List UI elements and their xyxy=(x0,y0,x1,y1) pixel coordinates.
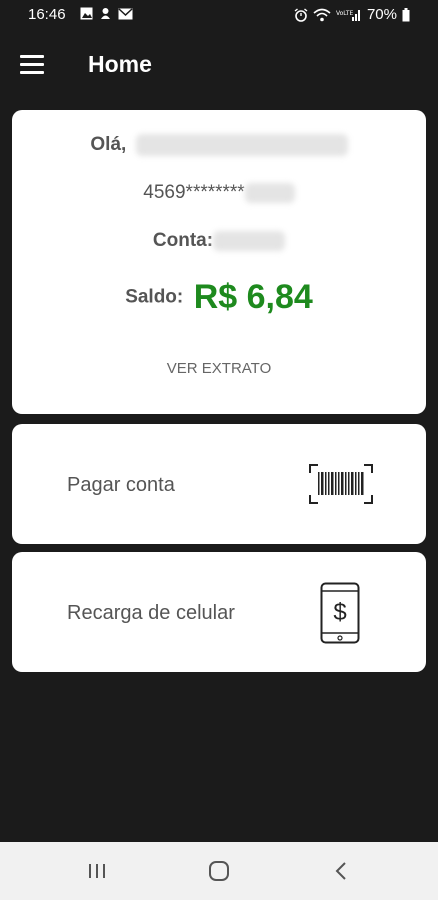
status-right-icons: VoLTE 70% xyxy=(294,6,410,23)
redacted-card-number xyxy=(244,182,295,203)
redacted-account-number xyxy=(213,230,286,251)
card-number-row: 4569******** xyxy=(12,182,426,204)
greeting-row: Olá, xyxy=(12,134,426,156)
signal-icon: VoLTE xyxy=(336,9,360,21)
svg-text:VoLTE: VoLTE xyxy=(336,10,353,17)
phone-topup-button[interactable]: Recarga de celular $ xyxy=(12,552,426,672)
account-label: Conta: xyxy=(152,230,214,251)
back-icon[interactable] xyxy=(326,858,356,884)
status-left-icons xyxy=(80,7,133,20)
card-number-prefix: 4569******** xyxy=(143,182,245,203)
status-bar: 16:46 VoLTE 70% xyxy=(0,0,438,30)
page-title: Home xyxy=(88,51,152,77)
wifi-icon xyxy=(313,8,331,21)
barcode-scan-icon xyxy=(309,464,373,504)
balance-value: R$ 6,84 xyxy=(193,278,313,316)
balance-row: Saldo: R$ 6,84 xyxy=(12,278,426,317)
recent-apps-icon[interactable] xyxy=(82,858,112,884)
pay-bill-button[interactable]: Pagar conta xyxy=(12,424,426,544)
battery-percent: 70% xyxy=(366,6,397,23)
pay-bill-label: Pagar conta xyxy=(67,474,175,496)
account-summary-card: Olá, 4569******** Conta: Saldo: R$ 6,84 … xyxy=(12,110,426,414)
hamburger-menu-icon[interactable] xyxy=(20,50,50,78)
svg-text:$: $ xyxy=(333,599,346,626)
app-bar: Home xyxy=(0,30,438,98)
balance-label: Saldo: xyxy=(125,286,184,308)
image-icon xyxy=(80,7,93,20)
alarm-icon xyxy=(294,7,308,22)
battery-icon xyxy=(402,7,410,21)
redacted-user-name xyxy=(135,134,348,156)
notification-icon xyxy=(101,8,110,19)
greeting-label: Olá, xyxy=(90,134,127,156)
phone-topup-label: Recarga de celular xyxy=(67,602,235,624)
status-time: 16:46 xyxy=(28,6,66,23)
home-icon[interactable] xyxy=(204,858,234,884)
mail-icon xyxy=(118,7,133,19)
system-nav-bar xyxy=(0,842,438,900)
view-statement-button[interactable]: VER EXTRATO xyxy=(12,360,426,377)
account-row: Conta: xyxy=(12,230,426,252)
phone-dollar-icon: $ xyxy=(320,582,360,644)
